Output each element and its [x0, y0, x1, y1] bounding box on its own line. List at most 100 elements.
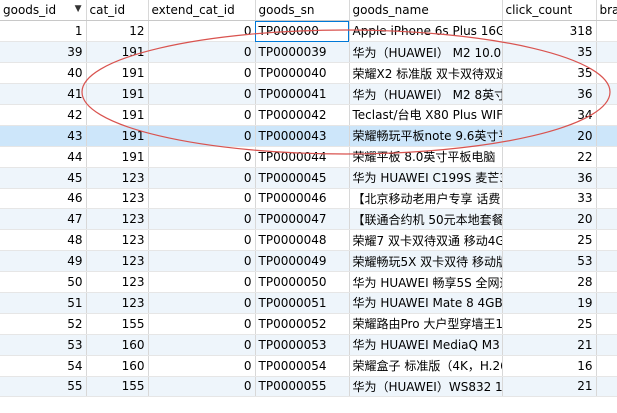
- cell-goods-id[interactable]: 39: [0, 41, 87, 64]
- column-header-extend-cat-id[interactable]: extend_cat_id: [148, 0, 256, 22]
- cell-goods-sn[interactable]: TP0000039: [255, 41, 350, 64]
- cell-brand[interactable]: [596, 334, 617, 356]
- cell-extend-cat-id[interactable]: 0: [148, 208, 256, 231]
- cell-brand[interactable]: [596, 292, 617, 314]
- cell-click-count[interactable]: 21: [502, 376, 597, 398]
- cell-click-count[interactable]: 28: [502, 271, 597, 293]
- cell-click-count[interactable]: 33: [502, 188, 597, 210]
- cell-brand[interactable]: [596, 208, 617, 231]
- cell-goods-id[interactable]: 50: [0, 271, 87, 293]
- cell-goods-name[interactable]: 【联通合约机 50元本地套餐: [349, 208, 503, 231]
- cell-brand[interactable]: [596, 20, 617, 43]
- table-row[interactable]: 51 123 0 TP0000051 华为 HUAWEI Mate 8 4GB 19: [0, 292, 617, 314]
- cell-click-count[interactable]: 36: [502, 83, 597, 105]
- cell-goods-sn[interactable]: TP0000051: [255, 292, 350, 314]
- cell-brand[interactable]: [596, 188, 617, 210]
- cell-goods-name[interactable]: Teclast/台电 X80 Plus WIFI: [349, 104, 503, 126]
- cell-brand[interactable]: [596, 125, 617, 147]
- cell-extend-cat-id[interactable]: 0: [148, 83, 256, 105]
- cell-cat-id[interactable]: 155: [86, 313, 149, 335]
- cell-extend-cat-id[interactable]: 0: [148, 313, 256, 335]
- cell-cat-id[interactable]: 160: [86, 355, 149, 377]
- cell-extend-cat-id[interactable]: 0: [148, 229, 256, 252]
- cell-goods-sn[interactable]: TP0000042: [255, 104, 350, 126]
- cell-goods-sn[interactable]: TP0000047: [255, 208, 350, 231]
- column-header-cat-id[interactable]: cat_id: [86, 0, 149, 22]
- table-row[interactable]: 47 123 0 TP0000047 【联通合约机 50元本地套餐 20: [0, 208, 617, 231]
- table-row[interactable]: 40 191 0 TP0000040 荣耀X2 标准版 双卡双待双通 35: [0, 62, 617, 85]
- cell-goods-id[interactable]: 53: [0, 334, 87, 356]
- cell-extend-cat-id[interactable]: 0: [148, 355, 256, 377]
- cell-click-count[interactable]: 22: [502, 146, 597, 168]
- cell-goods-id[interactable]: 49: [0, 250, 87, 273]
- table-row[interactable]: 41 191 0 TP0000041 华为（HUAWEI） M2 8英寸 36: [0, 83, 617, 105]
- cell-goods-id[interactable]: 40: [0, 62, 87, 85]
- cell-click-count[interactable]: 35: [502, 41, 597, 64]
- cell-goods-id[interactable]: 1: [0, 20, 87, 43]
- cell-click-count[interactable]: 35: [502, 62, 597, 85]
- cell-extend-cat-id[interactable]: 0: [148, 146, 256, 168]
- cell-brand[interactable]: [596, 62, 617, 85]
- cell-cat-id[interactable]: 123: [86, 250, 149, 273]
- column-header-brand[interactable]: bra: [596, 0, 617, 22]
- cell-cat-id[interactable]: 123: [86, 271, 149, 293]
- cell-goods-id[interactable]: 52: [0, 313, 87, 335]
- column-header-goods-sn[interactable]: goods_sn: [255, 0, 350, 22]
- column-header-goods-name[interactable]: goods_name: [349, 0, 503, 22]
- cell-goods-name[interactable]: 华为（HUAWEI） M2 8英寸: [349, 83, 503, 105]
- cell-goods-sn[interactable]: TP0000045: [255, 167, 350, 189]
- cell-goods-name[interactable]: 荣耀畅玩5X 双卡双待 移动版: [349, 250, 503, 273]
- cell-goods-name[interactable]: 荣耀路由Pro 大户型穿墙王1: [349, 313, 503, 335]
- cell-goods-name[interactable]: 荣耀平板 8.0英寸平板电脑（: [349, 146, 503, 168]
- table-row[interactable]: 49 123 0 TP0000049 荣耀畅玩5X 双卡双待 移动版 53: [0, 250, 617, 273]
- table-row[interactable]: 44 191 0 TP0000044 荣耀平板 8.0英寸平板电脑（ 22: [0, 146, 617, 168]
- cell-cat-id[interactable]: 12: [86, 20, 149, 43]
- cell-goods-id[interactable]: 55: [0, 376, 87, 398]
- cell-goods-name[interactable]: 华为 HUAWEI 畅享5S 全网通: [349, 271, 503, 293]
- cell-click-count[interactable]: 36: [502, 167, 597, 189]
- cell-goods-name[interactable]: 华为 HUAWEI Mate 8 4GB: [349, 292, 503, 314]
- cell-goods-id[interactable]: 54: [0, 355, 87, 377]
- cell-goods-name[interactable]: Apple iPhone 6s Plus 16G: [349, 20, 503, 43]
- table-row[interactable]: 48 123 0 TP0000048 荣耀7 双卡双待双通 移动4G 25: [0, 229, 617, 252]
- cell-goods-id[interactable]: 51: [0, 292, 87, 314]
- cell-extend-cat-id[interactable]: 0: [148, 20, 256, 43]
- cell-click-count[interactable]: 21: [502, 334, 597, 356]
- cell-extend-cat-id[interactable]: 0: [148, 41, 256, 64]
- cell-cat-id[interactable]: 123: [86, 229, 149, 252]
- cell-goods-id[interactable]: 42: [0, 104, 87, 126]
- cell-cat-id[interactable]: 191: [86, 41, 149, 64]
- cell-goods-name[interactable]: 荣耀畅玩平板note 9.6英寸平: [349, 125, 503, 147]
- cell-cat-id[interactable]: 160: [86, 334, 149, 356]
- sort-descending-icon[interactable]: ▼: [75, 4, 82, 14]
- cell-click-count[interactable]: 16: [502, 355, 597, 377]
- cell-extend-cat-id[interactable]: 0: [148, 188, 256, 210]
- cell-cat-id[interactable]: 123: [86, 292, 149, 314]
- cell-goods-id[interactable]: 43: [0, 125, 87, 147]
- cell-goods-name[interactable]: 华为（HUAWEI）WS832 1: [349, 376, 503, 398]
- cell-goods-id[interactable]: 47: [0, 208, 87, 231]
- result-grid[interactable]: goods_id ▼ cat_id extend_cat_id goods_sn good…: [0, 0, 617, 413]
- cell-brand[interactable]: [596, 146, 617, 168]
- cell-brand[interactable]: [596, 313, 617, 335]
- cell-brand[interactable]: [596, 83, 617, 105]
- cell-goods-sn[interactable]: TP0000053: [255, 334, 350, 356]
- table-row[interactable]: 53 160 0 TP0000053 华为 HUAWEI MediaQ M3 21: [0, 334, 617, 356]
- cell-goods-sn[interactable]: TP0000043: [255, 125, 350, 147]
- cell-cat-id[interactable]: 191: [86, 146, 149, 168]
- table-row[interactable]: 45 123 0 TP0000045 华为 HUAWEI C199S 麦芒3 36: [0, 167, 617, 189]
- cell-click-count[interactable]: 25: [502, 313, 597, 335]
- cell-brand[interactable]: [596, 250, 617, 273]
- cell-extend-cat-id[interactable]: 0: [148, 125, 256, 147]
- cell-goods-id[interactable]: 48: [0, 229, 87, 252]
- cell-brand[interactable]: [596, 376, 617, 398]
- cell-goods-id[interactable]: 45: [0, 167, 87, 189]
- cell-goods-sn[interactable]: TP0000055: [255, 376, 350, 398]
- table-row[interactable]: 1 12 0 TP000000 Apple iPhone 6s Plus 16G 318: [0, 20, 617, 43]
- cell-goods-name[interactable]: 华为 HUAWEI MediaQ M3: [349, 334, 503, 356]
- table-row[interactable]: 42 191 0 TP0000042 Teclast/台电 X80 Plus WIFI 3…: [0, 104, 617, 126]
- cell-brand[interactable]: [596, 271, 617, 293]
- cell-cat-id[interactable]: 123: [86, 167, 149, 189]
- cell-brand[interactable]: [596, 355, 617, 377]
- cell-cat-id[interactable]: 191: [86, 104, 149, 126]
